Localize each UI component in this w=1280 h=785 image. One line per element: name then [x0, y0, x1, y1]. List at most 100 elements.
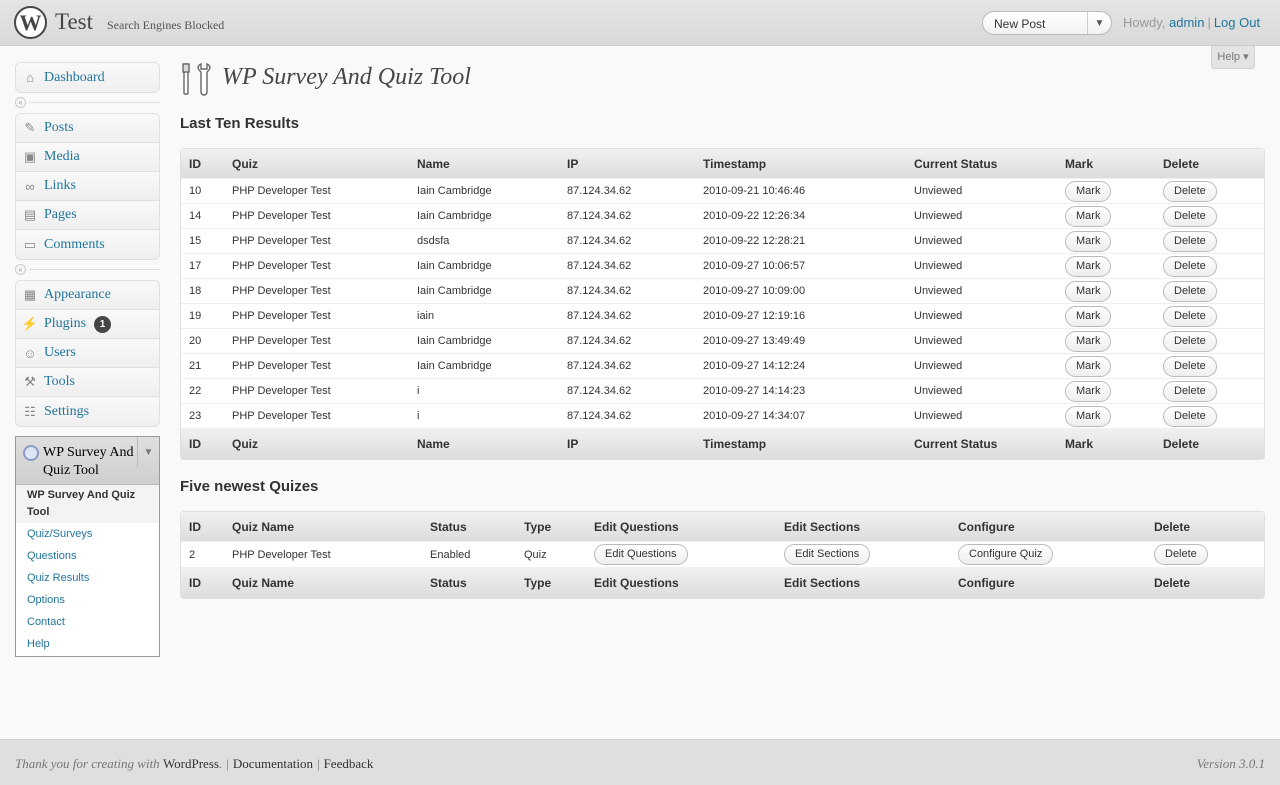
- submenu-item-help[interactable]: Help: [16, 633, 159, 655]
- wordpress-link[interactable]: WordPress: [163, 756, 219, 771]
- delete-result-button[interactable]: Delete: [1163, 280, 1217, 302]
- submenu-link-questions[interactable]: Questions: [27, 550, 77, 562]
- menu-item-appearance[interactable]: ▦ Appearance: [16, 281, 159, 310]
- result-name-cell: Iain Cambridge: [409, 178, 559, 203]
- submenu-item-quiz-surveys[interactable]: Quiz/Surveys: [16, 523, 159, 545]
- mark-cell: Mark: [1057, 178, 1155, 203]
- delete-result-button[interactable]: Delete: [1163, 380, 1217, 402]
- delete-quiz-button[interactable]: Delete: [1154, 544, 1208, 565]
- submenu-item-quiz-results[interactable]: Quiz Results: [16, 567, 159, 589]
- column-footer: Quiz: [224, 428, 409, 459]
- column-footer: Name: [409, 428, 559, 459]
- result-id-cell: 20: [181, 328, 224, 353]
- delete-result-button[interactable]: Delete: [1163, 405, 1217, 427]
- site-title[interactable]: Test: [55, 9, 93, 35]
- menu-item-wpsqt-label[interactable]: WP Survey And Quiz Tool: [43, 444, 138, 480]
- documentation-link[interactable]: Documentation: [233, 756, 313, 771]
- submenu-link-contact[interactable]: Contact: [27, 616, 65, 628]
- help-tab[interactable]: Help ▾: [1211, 46, 1255, 69]
- result-quiz-cell: PHP Developer Test: [224, 303, 409, 328]
- menu-item-posts-label[interactable]: Posts: [44, 120, 74, 136]
- new-post-link[interactable]: New Post: [994, 17, 1045, 31]
- menu-item-plugins-label[interactable]: Plugins: [44, 316, 86, 332]
- menu-item-tools[interactable]: ⚒ Tools: [16, 368, 159, 397]
- mark-button[interactable]: Mark: [1065, 280, 1112, 302]
- mark-button[interactable]: Mark: [1065, 205, 1112, 227]
- menu-item-media[interactable]: ▣ Media: [16, 143, 159, 172]
- mark-button[interactable]: Mark: [1065, 255, 1112, 277]
- mark-button[interactable]: Mark: [1065, 305, 1112, 327]
- configure-quiz-button[interactable]: Configure Quiz: [958, 544, 1054, 565]
- edit-sections-button[interactable]: Edit Sections: [784, 544, 871, 565]
- delete-result-button[interactable]: Delete: [1163, 330, 1217, 352]
- delete-result-button[interactable]: Delete: [1163, 355, 1217, 377]
- menu-separator[interactable]: «: [15, 264, 160, 276]
- delete-result-button[interactable]: Delete: [1163, 180, 1217, 202]
- help-tab-label[interactable]: Help: [1217, 51, 1240, 63]
- mark-button[interactable]: Mark: [1065, 230, 1112, 252]
- collapse-arrow-icon[interactable]: «: [15, 97, 26, 108]
- result-ip-cell: 87.124.34.62: [559, 328, 695, 353]
- submenu-item-questions[interactable]: Questions: [16, 545, 159, 567]
- admin-header: W Test Search Engines Blocked New Post ▼…: [0, 0, 1280, 46]
- results-section-title: Last Ten Results: [180, 115, 299, 132]
- menu-item-settings[interactable]: ☷ Settings: [16, 397, 159, 426]
- mark-button[interactable]: Mark: [1065, 380, 1112, 402]
- menu-item-links-label[interactable]: Links: [44, 178, 76, 194]
- submenu-item-options[interactable]: Options: [16, 589, 159, 611]
- menu-item-pages[interactable]: ▤ Pages: [16, 201, 159, 230]
- favorite-actions-dropdown[interactable]: New Post ▼: [982, 11, 1112, 35]
- menu-item-media-label[interactable]: Media: [44, 149, 80, 165]
- mark-button[interactable]: Mark: [1065, 405, 1112, 427]
- mark-button[interactable]: Mark: [1065, 330, 1112, 352]
- collapse-arrow-icon[interactable]: «: [15, 264, 26, 275]
- menu-separator[interactable]: «: [15, 97, 160, 109]
- submenu-link-options[interactable]: Options: [27, 594, 65, 606]
- delete-result-button[interactable]: Delete: [1163, 255, 1217, 277]
- appearance-icon: ▦: [23, 287, 37, 302]
- user-profile-link[interactable]: admin: [1169, 15, 1204, 30]
- menu-item-appearance-label[interactable]: Appearance: [44, 287, 111, 303]
- chevron-down-icon[interactable]: ▼: [1087, 12, 1111, 34]
- edit-questions-cell: Edit Questions: [586, 541, 776, 567]
- mark-button[interactable]: Mark: [1065, 355, 1112, 377]
- submenu-item-wpsqt-label[interactable]: WP Survey And Quiz Tool: [27, 489, 135, 518]
- quizzes-section-title: Five newest Quizes: [180, 478, 319, 495]
- menu-item-plugins[interactable]: ⚡ Plugins 1: [16, 310, 159, 339]
- logout-link[interactable]: Log Out: [1214, 15, 1260, 30]
- result-quiz-cell: PHP Developer Test: [224, 278, 409, 303]
- menu-item-posts[interactable]: ✎ Posts: [16, 114, 159, 143]
- menu-item-dashboard[interactable]: ⌂ Dashboard: [16, 63, 159, 92]
- feedback-link[interactable]: Feedback: [324, 756, 374, 771]
- menu-item-settings-label[interactable]: Settings: [44, 404, 89, 420]
- submenu-item-wpsqt[interactable]: WP Survey And Quiz Tool: [16, 485, 159, 523]
- submenu-link-quiz-surveys[interactable]: Quiz/Surveys: [27, 528, 92, 540]
- menu-item-links[interactable]: ∞ Links: [16, 172, 159, 201]
- menu-item-users-label[interactable]: Users: [44, 345, 76, 361]
- menu-item-comments-label[interactable]: Comments: [44, 237, 105, 253]
- menu-item-tools-label[interactable]: Tools: [44, 374, 75, 390]
- edit-questions-button[interactable]: Edit Questions: [594, 544, 688, 565]
- gear-icon: [23, 445, 39, 461]
- submenu-item-contact[interactable]: Contact: [16, 611, 159, 633]
- result-name-cell: i: [409, 403, 559, 428]
- menu-item-users[interactable]: ☺ Users: [16, 339, 159, 368]
- menu-item-comments[interactable]: ▭ Comments: [16, 230, 159, 259]
- delete-cell: Delete: [1155, 203, 1264, 228]
- result-timestamp-cell: 2010-09-27 12:19:16: [695, 303, 906, 328]
- menu-item-dashboard-label[interactable]: Dashboard: [44, 70, 105, 86]
- delete-result-button[interactable]: Delete: [1163, 230, 1217, 252]
- wordpress-logo-icon[interactable]: W: [14, 6, 47, 39]
- mark-button[interactable]: Mark: [1065, 180, 1112, 202]
- mark-cell: Mark: [1057, 253, 1155, 278]
- column-header: Delete: [1146, 512, 1264, 541]
- search-engines-blocked-notice[interactable]: Search Engines Blocked: [107, 18, 224, 33]
- chevron-down-icon[interactable]: ▼: [137, 437, 159, 467]
- submenu-link-quiz-results[interactable]: Quiz Results: [27, 572, 89, 584]
- menu-item-wpsqt[interactable]: WP Survey And Quiz Tool ▼: [16, 437, 159, 485]
- delete-result-button[interactable]: Delete: [1163, 205, 1217, 227]
- delete-result-button[interactable]: Delete: [1163, 305, 1217, 327]
- submenu-link-help[interactable]: Help: [27, 638, 50, 650]
- quiz-id-cell: 2: [181, 541, 224, 567]
- menu-item-pages-label[interactable]: Pages: [44, 207, 77, 223]
